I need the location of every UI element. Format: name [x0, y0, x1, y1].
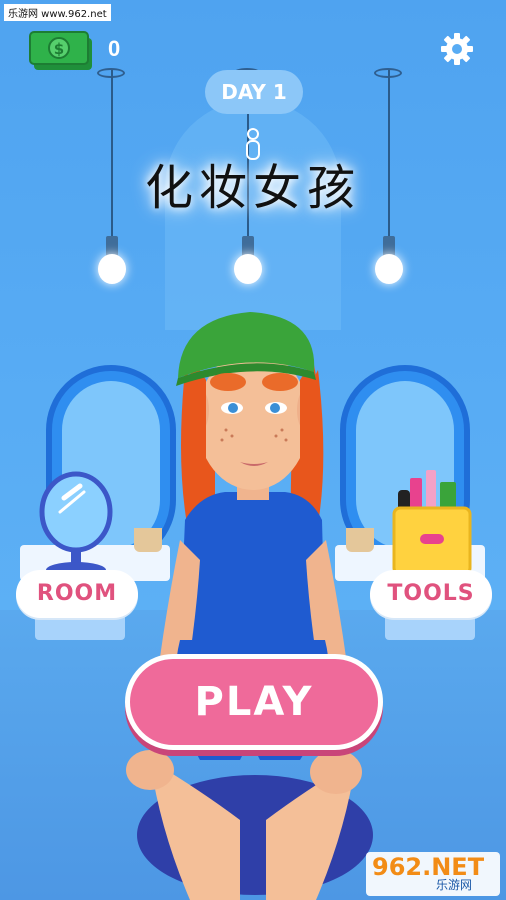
light-bulb-icon — [98, 254, 126, 284]
tools-button[interactable]: TOOLS — [370, 570, 492, 618]
light-bulb-icon — [234, 254, 262, 284]
room-button[interactable]: ROOM — [16, 570, 138, 618]
watermark: 乐游网 www.962.net — [4, 4, 111, 21]
gear-icon[interactable] — [440, 32, 474, 66]
light-bulb-icon — [375, 254, 403, 284]
money-count: 0 — [108, 36, 121, 61]
plant-pot-left — [134, 528, 162, 552]
site-logo: 962.NET 乐游网 — [366, 852, 500, 896]
makeup-box-icon[interactable] — [388, 468, 476, 578]
logo-sub-text: 乐游网 — [436, 878, 473, 892]
svg-text:$: $ — [54, 40, 64, 58]
day-indicator: DAY 1 — [205, 70, 303, 114]
plant-pot-right — [346, 528, 374, 552]
play-button[interactable]: PLAY — [125, 654, 383, 750]
cash-icon: $ — [29, 31, 92, 70]
hand-mirror-icon[interactable] — [26, 470, 126, 580]
game-title: 化妆女孩 — [144, 160, 361, 216]
